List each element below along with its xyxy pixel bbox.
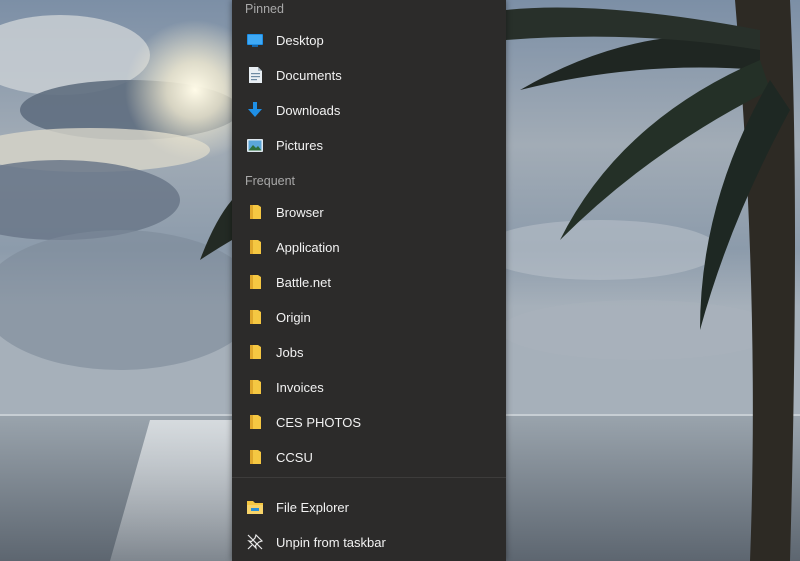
folder-icon [247,204,263,220]
pinned-item-pictures[interactable]: Pictures [232,129,506,161]
pinned-section-header: Pinned [245,2,284,16]
frequent-item-ccsu[interactable]: CCSU [232,441,506,473]
frequent-item-origin[interactable]: Origin [232,301,506,333]
pinned-item-label: Downloads [276,102,341,118]
pinned-item-downloads[interactable]: Downloads [232,94,506,126]
folder-icon [247,239,263,255]
file-explorer-icon [247,499,263,515]
downloads-icon [247,102,263,118]
pinned-item-label: Desktop [276,32,324,48]
action-label: Unpin from taskbar [276,534,386,550]
frequent-item-application[interactable]: Application [232,231,506,263]
jump-list-separator [232,477,506,478]
frequent-item-label: Application [276,239,340,255]
pinned-item-documents[interactable]: Documents [232,59,506,91]
pictures-icon [247,137,263,153]
pinned-item-desktop[interactable]: Desktop [232,24,506,56]
folder-icon [247,274,263,290]
folder-icon [247,449,263,465]
frequent-item-jobs[interactable]: Jobs [232,336,506,368]
unpin-from-taskbar-button[interactable]: Unpin from taskbar [232,526,506,558]
frequent-item-ces-photos[interactable]: CES PHOTOS [232,406,506,438]
folder-icon [247,414,263,430]
pinned-item-label: Documents [276,67,342,83]
frequent-item-label: CES PHOTOS [276,414,362,430]
frequent-item-label: Origin [276,309,311,325]
frequent-item-label: CCSU [276,449,313,465]
unpin-icon [247,534,263,550]
folder-icon [247,309,263,325]
frequent-section-header: Frequent [245,174,296,188]
documents-icon [247,67,263,83]
frequent-item-battle-net[interactable]: Battle.net [232,266,506,298]
frequent-item-label: Browser [276,204,324,220]
frequent-item-browser[interactable]: Browser [232,196,506,228]
folder-icon [247,344,263,360]
pinned-item-label: Pictures [276,137,323,153]
open-file-explorer-button[interactable]: File Explorer [232,491,506,523]
desktop-icon [247,32,263,48]
frequent-item-invoices[interactable]: Invoices [232,371,506,403]
frequent-item-label: Battle.net [276,274,331,290]
frequent-item-label: Jobs [276,344,304,360]
folder-icon [247,379,263,395]
frequent-item-label: Invoices [276,379,324,395]
action-label: File Explorer [276,499,349,515]
taskbar-jump-list: Pinned Desktop Documents Downloads Pictu… [232,0,506,561]
